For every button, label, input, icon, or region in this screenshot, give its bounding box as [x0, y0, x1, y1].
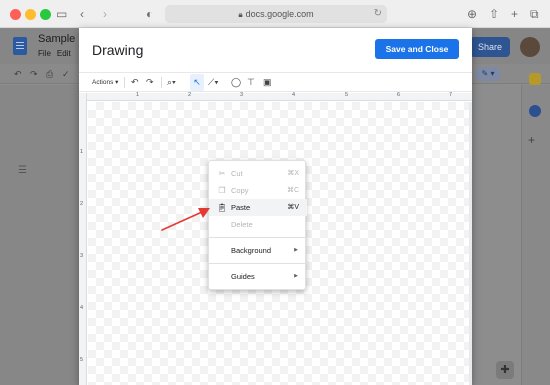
annotation-arrow-icon — [161, 208, 210, 231]
clipboard-icon: 📋︎ — [217, 203, 228, 212]
toolbar-divider — [124, 77, 125, 88]
ruler-number: 1 — [80, 149, 84, 155]
menu-item-copy[interactable]: ❐ Copy ⌘C — [209, 182, 307, 199]
shape-icon[interactable]: ◯ — [231, 73, 241, 92]
menu-item-shortcut: ⌘C — [286, 187, 299, 194]
menu-item-shortcut: ⌘V — [287, 204, 299, 211]
avatar — [520, 37, 540, 57]
download-icon[interactable]: ⊕ — [467, 7, 477, 21]
submenu-arrow-icon: ▶ — [294, 273, 298, 279]
docs-menu: File Edit — [38, 49, 77, 58]
menu-item-label: Cut — [231, 169, 243, 178]
select-icon[interactable]: ↖ — [190, 74, 204, 91]
close-window-button[interactable] — [10, 9, 21, 20]
tasks-icon — [529, 105, 541, 117]
add-icon: + — [528, 133, 536, 147]
zoom-icon[interactable]: ⌕▾ — [167, 73, 176, 92]
menu-item-delete[interactable]: Delete — [209, 216, 307, 233]
share-icon[interactable]: ⇧ — [489, 7, 499, 21]
menu-item-guides[interactable]: Guides ▶ — [209, 268, 307, 285]
address-bar[interactable]: 🔒︎ docs.google.com ↻ — [165, 5, 387, 23]
menu-item-shortcut: ⌘X — [287, 170, 299, 177]
toolbar-divider — [161, 77, 162, 88]
menu-item-label: Background — [231, 246, 272, 255]
line-icon[interactable]: ⟋▾ — [208, 73, 219, 92]
ruler-number: 5 — [345, 92, 349, 98]
sidebar-icon[interactable]: ▭ — [56, 7, 67, 21]
menu-item-label: Copy — [231, 186, 249, 195]
scissors-icon: ✂ — [218, 169, 226, 178]
actions-label: Actions — [92, 79, 114, 86]
docs-logo-icon — [13, 37, 27, 55]
tabs-icon[interactable]: ⧉ — [530, 7, 539, 21]
menu-divider — [209, 263, 307, 264]
zoom-window-button[interactable] — [40, 9, 51, 20]
drawing-toolbar: Actions ▾ ↶ ↷ ⌕▾ ↖ ⟋▾ ◯ ⊤ ▣ — [79, 72, 472, 92]
menu-edit: Edit — [56, 49, 71, 58]
shield-icon[interactable]: ◐ — [146, 7, 153, 21]
print-icon: ⎙ — [46, 69, 54, 79]
ruler-number: 1 — [136, 92, 140, 98]
ruler-number: 7 — [449, 92, 453, 98]
outline-panel: ☰ — [0, 85, 79, 385]
textbox-icon[interactable]: ⊤ — [247, 73, 255, 92]
save-and-close-button[interactable]: Save and Close — [375, 39, 459, 59]
redo-icon: ↷ — [30, 69, 38, 79]
menu-item-paste[interactable]: 📋︎ Paste ⌘V — [209, 199, 307, 216]
new-tab-icon[interactable]: + — [511, 7, 518, 21]
back-icon[interactable]: ‹ — [80, 7, 84, 21]
undo-icon[interactable]: ↶ — [131, 73, 139, 92]
submenu-arrow-icon: ▶ — [294, 247, 298, 253]
ruler-number: 2 — [188, 92, 192, 98]
ruler-number: 4 — [292, 92, 296, 98]
forward-icon[interactable]: › — [103, 7, 107, 21]
context-menu: ✂ Cut ⌘X ❐ Copy ⌘C 📋︎ Paste ⌘V Delete Ba… — [208, 160, 307, 290]
ruler-number: 4 — [80, 305, 84, 311]
menu-item-cut[interactable]: ✂ Cut ⌘X — [209, 165, 307, 182]
menu-item-label: Delete — [231, 220, 253, 229]
minimize-window-button[interactable] — [25, 9, 36, 20]
reload-icon[interactable]: ↻ — [374, 5, 382, 23]
canvas-scroll-area — [469, 102, 472, 385]
keep-icon — [529, 73, 541, 85]
spellcheck-icon: ✓ — [62, 69, 70, 79]
menu-item-label: Guides — [231, 272, 255, 281]
menu-item-background[interactable]: Background ▶ — [209, 242, 307, 259]
address-text: docs.google.com — [245, 9, 314, 19]
ruler-number: 2 — [80, 201, 84, 207]
undo-icon: ↶ — [14, 69, 22, 79]
browser-toolbar: ▭ ‹ › ◐ 🔒︎ docs.google.com ↻ ⊕ ⇧ + ⧉ — [0, 0, 550, 28]
menu-file: File — [38, 49, 51, 58]
side-panel — [521, 85, 550, 385]
actions-menu[interactable]: Actions ▾ — [92, 73, 118, 92]
menu-item-label: Paste — [231, 203, 251, 212]
image-icon[interactable]: ▣ — [263, 73, 272, 92]
ruler-number: 3 — [80, 253, 84, 259]
editing-mode-icon: ✎ ▾ — [476, 67, 500, 81]
horizontal-ruler: 1 2 3 4 5 6 7 — [87, 92, 472, 101]
menu-divider — [209, 237, 307, 238]
outline-icon: ☰ — [18, 165, 27, 176]
copy-icon: ❐ — [218, 186, 226, 195]
ruler-number: 3 — [240, 92, 244, 98]
ruler-number: 6 — [397, 92, 401, 98]
vertical-ruler: 1 2 3 4 5 — [79, 93, 87, 385]
ruler-number: 5 — [80, 357, 84, 363]
explore-icon: ✚ — [496, 361, 514, 379]
share-button: Share — [470, 37, 510, 57]
lock-icon: 🔒︎ — [238, 10, 243, 19]
redo-icon[interactable]: ↷ — [146, 73, 154, 92]
dialog-title: Drawing — [92, 42, 144, 58]
